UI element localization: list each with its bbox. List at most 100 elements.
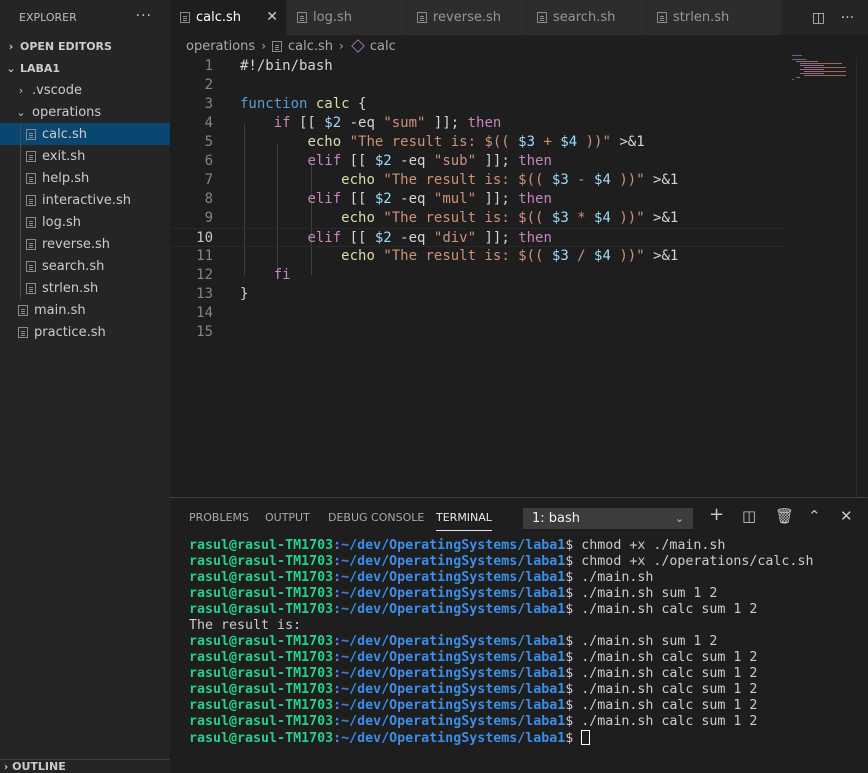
code-line: 3 function calc { [170, 95, 785, 114]
terminal-line: The result is: [189, 618, 813, 634]
file-item[interactable]: practice.sh [0, 321, 170, 343]
code-text: elif [[ $2 -eq "div" ]]; then [307, 230, 552, 246]
prompt-path: :~/dev/OperatingSystems/laba1 [333, 698, 566, 713]
terminal-command: $ ./main.sh [565, 570, 654, 585]
explorer-title: EXPLORER [19, 11, 77, 24]
new-terminal-icon[interactable]: + [709, 504, 724, 525]
file-item[interactable]: interactive.sh [0, 189, 170, 211]
file-icon [537, 12, 547, 23]
trash-icon[interactable]: 🗑 [775, 507, 794, 525]
file-item[interactable]: main.sh [0, 299, 170, 321]
prompt-user: rasul@rasul-TM1703 [189, 602, 334, 617]
tab-strlen-sh[interactable]: strlen.sh [647, 0, 782, 35]
symbol-method-icon [351, 39, 365, 53]
file-icon [26, 128, 36, 140]
tab-reverse-sh[interactable]: reverse.sh [407, 0, 527, 35]
tab-debug-console[interactable]: DEBUG CONSOLE [328, 511, 424, 524]
code-text: function calc { [240, 96, 367, 112]
close-icon[interactable]: ✕ [840, 507, 853, 525]
code-line: 13} [170, 285, 785, 304]
prompt-user: rasul@rasul-TM1703 [189, 731, 334, 746]
tab-terminal[interactable]: TERMINAL [436, 511, 492, 531]
tab-label: reverse.sh [433, 10, 502, 25]
line-number: 7 [204, 172, 213, 188]
prompt-user: rasul@rasul-TM1703 [189, 698, 334, 713]
file-item[interactable]: reverse.sh [0, 233, 170, 255]
editor-tab-bar: calc.sh ✕ log.sh reverse.sh search.sh st… [170, 0, 868, 35]
open-editors-section[interactable]: › OPEN EDITORS [0, 35, 170, 57]
workspace-section[interactable]: ⌄ LABA1 [0, 57, 170, 79]
prompt-path: :~/dev/OperatingSystems/laba1 [333, 602, 566, 617]
more-actions-icon[interactable]: ··· [136, 8, 152, 24]
code-text: echo "The result is: $(( $3 * $4 ))" >&1 [341, 210, 679, 226]
split-editor-icon[interactable]: ◫ [812, 10, 825, 26]
file-item[interactable]: search.sh [0, 255, 170, 277]
terminal-output[interactable]: rasul@rasul-TM1703:~/dev/OperatingSystem… [189, 538, 813, 746]
prompt-user: rasul@rasul-TM1703 [189, 538, 334, 553]
file-item[interactable]: help.sh [0, 167, 170, 189]
chevron-up-icon[interactable]: ⌃ [808, 507, 821, 525]
file-item[interactable]: exit.sh [0, 145, 170, 167]
file-icon [26, 260, 36, 272]
chevron-right-icon: › [4, 762, 9, 773]
code-line: 5 echo "The result is: $(( $3 + $4 ))" >… [170, 133, 785, 152]
more-actions-icon[interactable]: ··· [841, 10, 854, 26]
terminal-select[interactable]: 1: bash ⌄ [523, 508, 693, 529]
line-number: 4 [204, 115, 213, 131]
file-label: help.sh [42, 170, 90, 186]
line-number: 9 [204, 210, 213, 226]
file-item[interactable]: strlen.sh [0, 277, 170, 299]
tab-log-sh[interactable]: log.sh [287, 0, 407, 35]
chevron-right-icon: › [18, 83, 24, 97]
breadcrumb-file[interactable]: calc.sh [288, 39, 333, 54]
tab-problems[interactable]: PROBLEMS [189, 511, 249, 524]
breadcrumb-folder[interactable]: operations [186, 39, 255, 54]
chevron-right-icon: › [339, 39, 344, 53]
terminal-command: $ chmod +x ./main.sh [565, 538, 726, 553]
minimap[interactable] [792, 55, 852, 85]
code-line-current: 10 elif [[ $2 -eq "div" ]]; then [170, 228, 785, 247]
file-icon [18, 326, 28, 338]
close-icon[interactable]: ✕ [266, 9, 278, 25]
folder-operations[interactable]: ⌄ operations [0, 101, 170, 123]
terminal-line: rasul@rasul-TM1703:~/dev/OperatingSystem… [189, 602, 813, 618]
code-text: elif [[ $2 -eq "sub" ]]; then [307, 153, 552, 169]
prompt-path: :~/dev/OperatingSystems/laba1 [333, 538, 566, 553]
file-icon [180, 12, 190, 23]
indent-guide [20, 167, 21, 189]
file-icon [26, 216, 36, 228]
line-number: 13 [196, 286, 213, 302]
tab-label: strlen.sh [673, 10, 730, 25]
prompt-user: rasul@rasul-TM1703 [189, 634, 334, 649]
terminal-command: $ chmod +x ./operations/calc.sh [565, 554, 814, 569]
terminal-command: $ ./main.sh calc sum 1 2 [565, 682, 758, 697]
line-number: 14 [196, 305, 213, 321]
breadcrumb-symbol[interactable]: calc [370, 39, 396, 54]
breadcrumb: operations › calc.sh › calc [170, 35, 868, 57]
prompt-path: :~/dev/OperatingSystems/laba1 [333, 554, 566, 569]
file-icon [272, 40, 283, 52]
terminal-line: rasul@rasul-TM1703:~/dev/OperatingSystem… [189, 698, 813, 714]
outline-section[interactable]: › OUTLINE [0, 759, 170, 773]
code-editor[interactable]: 1 #!/bin/bash 2 3 function calc { 4 if [[ … [170, 55, 868, 497]
tab-search-sh[interactable]: search.sh [527, 0, 647, 35]
terminal-line: rasul@rasul-TM1703:~/dev/OperatingSystem… [189, 650, 813, 666]
tab-output[interactable]: OUTPUT [265, 511, 310, 524]
indent-guide [20, 211, 21, 233]
file-item[interactable]: log.sh [0, 211, 170, 233]
folder-label: .vscode [32, 82, 82, 98]
terminal-line: rasul@rasul-TM1703:~/dev/OperatingSystem… [189, 682, 813, 698]
code-line: 12 fi [170, 266, 785, 285]
split-terminal-icon[interactable]: ◫ [742, 507, 756, 525]
code-text: elif [[ $2 -eq "mul" ]]; then [307, 191, 552, 207]
terminal-command: $ [565, 731, 582, 746]
editor-scrollbar[interactable] [856, 57, 868, 497]
chevron-down-icon: ⌄ [16, 105, 26, 119]
folder-vscode[interactable]: › .vscode [0, 79, 170, 101]
folder-label: operations [32, 104, 102, 120]
tab-calc-sh[interactable]: calc.sh ✕ [170, 0, 287, 35]
file-item[interactable]: calc.sh [0, 123, 170, 145]
code-line: 8 elif [[ $2 -eq "mul" ]]; then [170, 190, 785, 209]
prompt-path: :~/dev/OperatingSystems/laba1 [333, 682, 566, 697]
indent-guide [20, 189, 21, 211]
